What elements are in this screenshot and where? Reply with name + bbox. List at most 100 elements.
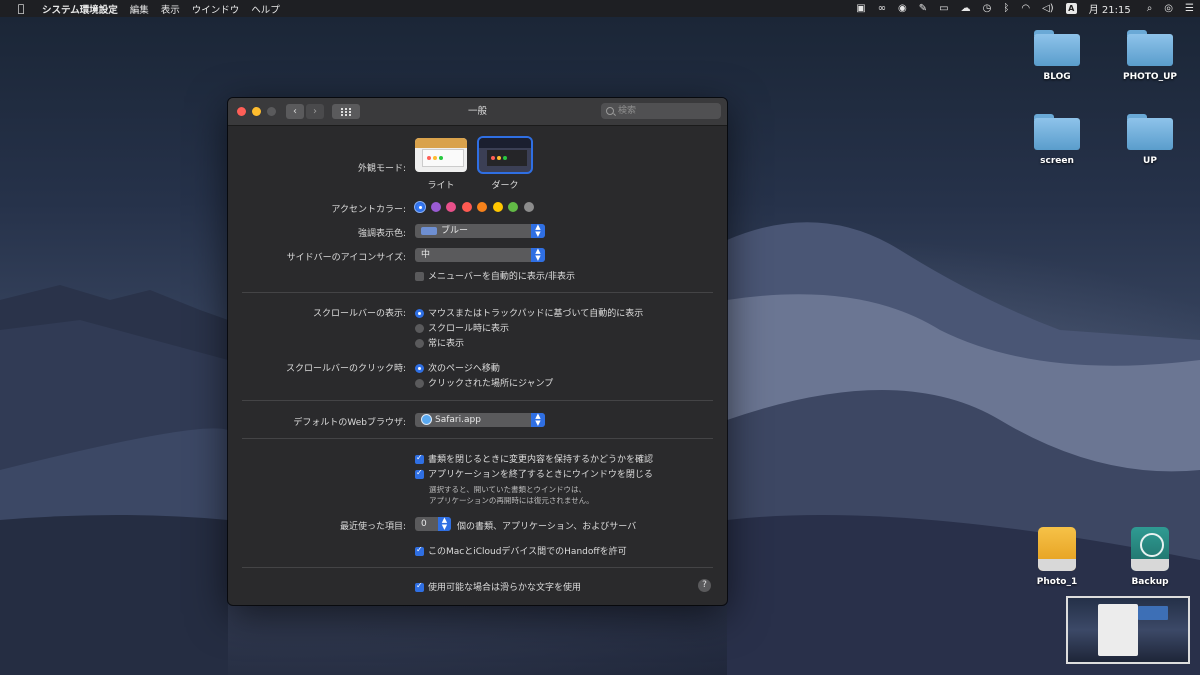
siri-icon[interactable]: ◎: [1164, 3, 1173, 14]
scrollbar-show-always-radio[interactable]: 常に表示: [415, 336, 464, 349]
appearance-option-light[interactable]: ライト: [415, 138, 467, 191]
checkbox-checked-icon: [415, 468, 424, 479]
screen-mirroring-icon[interactable]: ▣: [856, 3, 865, 14]
recent-items-stepper[interactable]: 0 ▲ ▼: [415, 517, 451, 531]
show-all-grid-icon[interactable]: [332, 104, 360, 119]
accent-swatch-green[interactable]: [508, 202, 518, 212]
font-smoothing-label: 使用可能な場合は滑らかな文字を使用: [428, 583, 582, 593]
pin-icon[interactable]: ✎: [919, 3, 927, 14]
chevron-updown-icon: ▲ ▼: [531, 224, 545, 238]
safari-compass-icon: [421, 414, 432, 425]
note-line: アプリケーションの再開時には復元されません。: [429, 496, 594, 505]
desktop-folder-screen[interactable]: screen: [1017, 114, 1097, 166]
accent-color-label: アクセントカラー:: [331, 205, 406, 215]
time-machine-icon[interactable]: ◷: [983, 3, 992, 14]
scrollbar-show-scrolling-radio[interactable]: スクロール時に表示: [415, 321, 509, 334]
desktop-folder-blog[interactable]: BLOG: [1017, 30, 1097, 82]
radio-label: マウスまたはトラックパッドに基づいて自動的に表示: [428, 309, 644, 319]
radio-unselected-icon: [415, 324, 424, 333]
desktop-icon-label: PHOTO_UP: [1123, 72, 1177, 82]
menu-clock[interactable]: 月 21:15: [1089, 1, 1131, 16]
accent-swatch-orange[interactable]: [477, 202, 487, 212]
search-input[interactable]: [618, 103, 716, 119]
menu-bar:  システム環境設定 編集 表示 ウインドウ ヘルプ ▣ ∞ ◉ ✎ ▭ ☁ ◷…: [0, 0, 1200, 17]
menu-view[interactable]: 表示: [161, 2, 180, 16]
radio-label: 次のページへ移動: [428, 364, 500, 374]
title-bar: 一般 ‹ ›: [228, 98, 727, 126]
font-smoothing-checkbox[interactable]: 使用可能な場合は滑らかな文字を使用: [415, 580, 581, 593]
highlight-color-popup[interactable]: ブルー ▲ ▼: [415, 224, 545, 238]
forward-button[interactable]: ›: [306, 104, 324, 119]
apple-menu-icon[interactable]: : [14, 2, 28, 15]
volume-icon[interactable]: ◁): [1042, 3, 1054, 14]
toggl-icon[interactable]: ◉: [898, 3, 907, 14]
highlight-color-chip: [421, 226, 437, 235]
desktop-icon-label: screen: [1040, 156, 1074, 166]
appearance-label: 外観モード:: [357, 164, 406, 174]
accent-swatch-blue[interactable]: [415, 202, 425, 212]
menu-app-name[interactable]: システム環境設定: [42, 2, 118, 16]
sidebar-icon-size-popup[interactable]: 中 ▲ ▼: [415, 248, 545, 262]
bluetooth-icon[interactable]: ᛒ: [1003, 3, 1009, 14]
spotlight-icon[interactable]: ⌕: [1147, 3, 1153, 14]
menu-edit[interactable]: 編集: [130, 2, 149, 16]
ask-keep-changes-checkbox[interactable]: 書類を閉じるときに変更内容を保持するかどうかを確認: [415, 452, 653, 465]
time-machine-drive-icon: [1131, 527, 1169, 571]
menubar-autohide-checkbox[interactable]: メニューバーを自動的に表示/非表示: [415, 269, 575, 282]
notification-center-icon[interactable]: ☰: [1185, 3, 1194, 14]
accent-swatch-red[interactable]: [461, 202, 472, 212]
accent-swatch-purple[interactable]: [430, 202, 441, 212]
external-drive-icon: [1038, 527, 1076, 571]
folder-icon: [1127, 30, 1173, 66]
checkbox-checked-icon: [415, 545, 424, 556]
dark-mode-preview-icon: [479, 138, 531, 172]
input-source-icon[interactable]: A: [1065, 3, 1077, 14]
appearance-option-dark[interactable]: ダーク: [479, 138, 531, 191]
desktop-folder-photo-up[interactable]: PHOTO_UP: [1110, 30, 1190, 82]
scrollbar-click-jump-radio[interactable]: クリックされた場所にジャンプ: [415, 376, 553, 389]
desktop-folder-up[interactable]: UP: [1110, 114, 1190, 166]
chevron-updown-icon: ▲ ▼: [531, 413, 545, 427]
wifi-icon[interactable]: ◠: [1021, 3, 1030, 14]
folder-icon: [1034, 30, 1080, 66]
close-windows-label: アプリケーションを終了するときにウインドウを閉じる: [428, 470, 653, 480]
highlight-color-label: 強調表示色:: [357, 229, 406, 239]
menu-help[interactable]: ヘルプ: [251, 2, 280, 16]
scrollbar-show-auto-radio[interactable]: マウスまたはトラックパッドに基づいて自動的に表示: [415, 306, 643, 319]
close-windows-checkbox[interactable]: アプリケーションを終了するときにウインドウを閉じる: [415, 467, 653, 480]
radio-label: スクロール時に表示: [428, 324, 510, 334]
radio-unselected-icon: [415, 339, 424, 348]
default-browser-popup[interactable]: Safari.app ▲ ▼: [415, 413, 545, 427]
folder-icon: [1127, 114, 1173, 150]
menu-window[interactable]: ウインドウ: [192, 2, 240, 16]
search-field[interactable]: [601, 103, 721, 119]
sidebar-icon-size-value: 中: [421, 250, 431, 260]
handoff-checkbox[interactable]: このMacとiCloudデバイス間でのHandoffを許可: [415, 544, 627, 557]
accent-swatch-yellow[interactable]: [492, 202, 503, 212]
default-browser-label: デフォルトのWebブラウザ:: [293, 418, 406, 428]
screenshot-thumbnail[interactable]: [1066, 596, 1190, 664]
checkbox-unchecked-icon: [415, 272, 424, 281]
general-preferences-window: 一般 ‹ › 外観モード: ライト ダーク アクセントカラー: 強調表示色: [228, 98, 727, 605]
light-mode-preview-icon: [415, 138, 467, 172]
handoff-label: このMacとiCloudデバイス間でのHandoffを許可: [428, 547, 627, 557]
creative-cloud-icon[interactable]: ∞: [878, 3, 886, 14]
battery-icon[interactable]: ▭: [939, 3, 948, 14]
back-button[interactable]: ‹: [286, 104, 304, 119]
chevron-updown-icon: ▲ ▼: [531, 248, 545, 262]
scrollbar-click-label: スクロールバーのクリック時:: [285, 364, 406, 374]
scrollbar-show-label: スクロールバーの表示:: [312, 309, 406, 319]
chevron-updown-icon: ▲ ▼: [438, 517, 451, 531]
desktop-drive-backup[interactable]: Backup: [1110, 527, 1190, 587]
desktop-icon-label: Photo_1: [1036, 577, 1078, 587]
checkbox-checked-icon: [415, 581, 424, 592]
desktop-drive-photo-1[interactable]: Photo_1: [1017, 527, 1097, 587]
help-button[interactable]: ?: [698, 579, 711, 592]
cloud-icon[interactable]: ☁: [961, 3, 971, 14]
accent-swatch-graphite[interactable]: [523, 202, 534, 212]
scrollbar-click-next-page-radio[interactable]: 次のページへ移動: [415, 361, 500, 374]
divider: [242, 400, 713, 401]
accent-swatch-pink[interactable]: [446, 202, 456, 212]
desktop-icon-label: Backup: [1131, 577, 1169, 587]
appearance-dark-label: ダーク: [491, 181, 519, 191]
